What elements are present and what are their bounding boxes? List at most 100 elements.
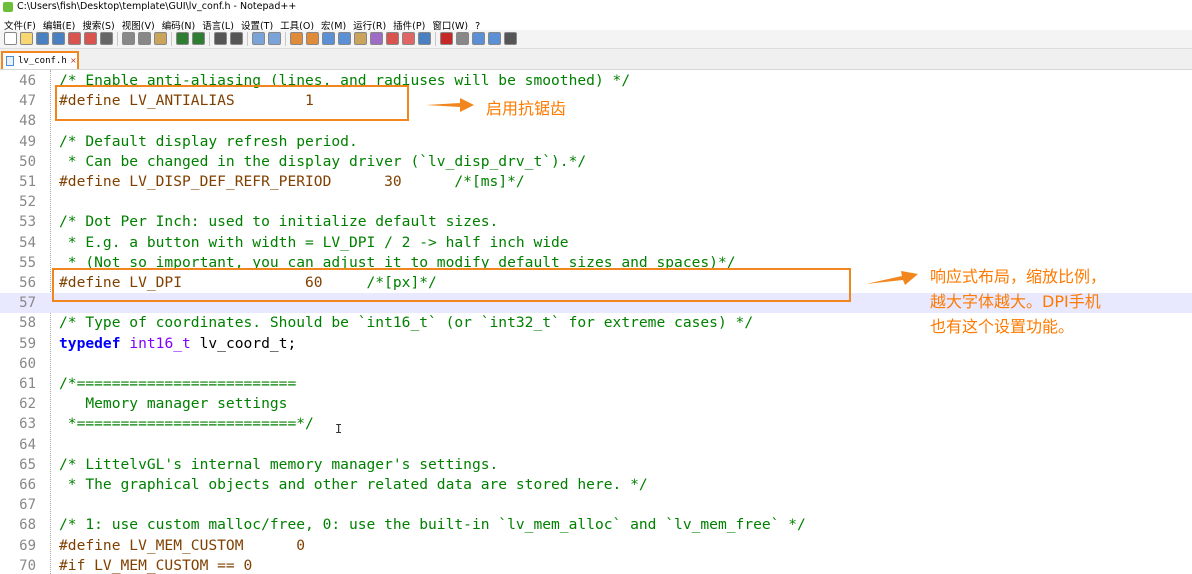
code-token-comment: *=========================*/ — [59, 415, 314, 433]
line-number: 58 — [19, 315, 36, 332]
line-number: 49 — [19, 133, 36, 150]
save-icon[interactable] — [36, 32, 49, 45]
code-line[interactable]: 69 #define LV_MEM_CUSTOM 0 — [0, 536, 1192, 556]
code-line[interactable]: 68 /* 1: use custom malloc/free, 0: use t… — [0, 515, 1192, 535]
code-line[interactable]: 63 *=========================*/ — [0, 414, 1192, 434]
antialias-annotation: 启用抗锯齿 — [486, 99, 567, 118]
paste-icon[interactable] — [154, 32, 167, 45]
code-token-comment: /*[ms]*/ — [454, 173, 525, 190]
record-macro-icon[interactable] — [440, 32, 453, 45]
line-number: 63 — [19, 416, 36, 433]
print-icon[interactable] — [100, 32, 113, 45]
line-number: 66 — [19, 477, 36, 493]
save-macro-icon[interactable] — [504, 32, 517, 45]
code-token-pre: #define LV_MEM_CUSTOM 0 — [59, 536, 306, 554]
code-line[interactable]: 65 /* LittelvGL's internal memory manager… — [0, 455, 1192, 475]
cut-icon[interactable] — [122, 32, 135, 45]
toolbar-separator — [435, 32, 436, 46]
line-number: 67 — [19, 497, 36, 514]
code-text: typedef int16_t lv_coord_t; — [59, 334, 296, 354]
open-file-icon[interactable] — [20, 32, 33, 45]
dpi-arrow-icon — [866, 271, 918, 285]
code-text: *=========================*/ — [59, 414, 314, 434]
find-icon[interactable] — [214, 32, 227, 45]
line-number: 64 — [19, 436, 36, 453]
code-token-comment: /* Default display refresh period. — [59, 132, 358, 150]
code-line[interactable]: 53 /* Dot Per Inch: used to initialize de… — [0, 212, 1192, 232]
dpi-annotation-line-1: 响应式布局，缩放比例， — [930, 267, 1107, 286]
function-list-icon[interactable] — [402, 32, 415, 45]
line-number: 53 — [19, 214, 36, 231]
line-number: 52 — [19, 194, 36, 211]
code-text: /* Type of coordinates. Should be `int16… — [59, 313, 753, 333]
line-number: 65 — [19, 456, 36, 473]
udl-icon[interactable] — [370, 32, 383, 45]
code-token-comment: /* LittelvGL's internal memory manager's… — [59, 455, 499, 473]
line-number: 60 — [19, 355, 36, 372]
new-file-icon[interactable] — [4, 32, 17, 45]
line-number: 54 — [19, 234, 36, 251]
code-token-comment: /* 1: use custom malloc/free, 0: use the… — [59, 516, 806, 534]
stop-macro-icon[interactable] — [456, 32, 469, 45]
line-number: 62 — [19, 396, 36, 413]
antialias-arrow-icon — [426, 98, 474, 112]
line-number: 48 — [19, 113, 36, 130]
copy-icon[interactable] — [138, 32, 151, 45]
code-line[interactable]: 62 Memory manager settings — [0, 394, 1192, 414]
code-line[interactable]: 60 — [0, 354, 1192, 374]
code-text: /* Dot Per Inch: used to initialize defa… — [59, 212, 498, 232]
replace-icon[interactable] — [230, 32, 243, 45]
code-line[interactable]: 67 — [0, 495, 1192, 515]
code-line[interactable]: 54 * E.g. a button with width = LV_DPI /… — [0, 233, 1192, 253]
notepad-plus-plus-icon — [3, 2, 13, 12]
play-macro-icon[interactable] — [472, 32, 485, 45]
code-text: /* LittelvGL's internal memory manager's… — [59, 455, 498, 475]
save-all-icon[interactable] — [52, 32, 65, 45]
code-line[interactable]: 49 /* Default display refresh period. — [0, 132, 1192, 152]
code-line[interactable]: 50 * Can be changed in the display drive… — [0, 152, 1192, 172]
code-text: * The graphical objects and other relate… — [59, 475, 648, 495]
tab-bar: lv_conf.h × — [0, 49, 1192, 70]
line-number: 46 — [19, 73, 36, 89]
toolbar-separator — [171, 32, 172, 46]
all-chars-icon[interactable] — [338, 32, 351, 45]
code-token-comment: /* Dot Per Inch: used to initialize defa… — [59, 213, 499, 231]
run-macro-multiple-icon[interactable] — [488, 32, 501, 45]
code-line[interactable]: 51 #define LV_DISP_DEF_REFR_PERIOD 30 /*[… — [0, 172, 1192, 192]
close-all-icon[interactable] — [84, 32, 97, 45]
zoom-out-icon[interactable] — [268, 32, 281, 45]
line-number: 51 — [19, 174, 36, 190]
sync-horizontal-icon[interactable] — [306, 32, 319, 45]
sync-vertical-icon[interactable] — [290, 32, 303, 45]
tab-lv-conf[interactable]: lv_conf.h × — [1, 51, 79, 69]
code-token-comment: /*========================= — [59, 375, 297, 392]
code-token-comment: * Can be changed in the display driver (… — [59, 152, 587, 170]
code-text: #define LV_DISP_DEF_REFR_PERIOD 30 /*[ms… — [59, 172, 525, 192]
code-line[interactable]: 66 * The graphical objects and other rel… — [0, 475, 1192, 495]
toolbar-separator — [285, 32, 286, 46]
monitor-icon[interactable] — [418, 32, 431, 45]
toolbar-separator — [247, 32, 248, 46]
doc-map-icon[interactable] — [386, 32, 399, 45]
close-icon[interactable] — [68, 32, 81, 45]
code-line[interactable]: 52 — [0, 192, 1192, 212]
code-line[interactable]: 61 /*========================= — [0, 374, 1192, 394]
line-number: 47 — [19, 93, 36, 110]
toolbar-separator — [209, 32, 210, 46]
toolbar — [0, 30, 1192, 49]
indent-guide-icon[interactable] — [354, 32, 367, 45]
code-line[interactable]: 64 — [0, 435, 1192, 455]
code-token-pre: #define LV_DISP_DEF_REFR_PERIOD 30 — [59, 173, 455, 190]
code-line[interactable]: 70 #if LV_MEM_CUSTOM == 0 — [0, 556, 1192, 574]
code-text: * Can be changed in the display driver (… — [59, 152, 586, 172]
redo-icon[interactable] — [192, 32, 205, 45]
code-text: #define LV_MEM_CUSTOM 0 — [59, 536, 305, 556]
undo-icon[interactable] — [176, 32, 189, 45]
tab-label: lv_conf.h — [18, 56, 67, 66]
tab-close-icon[interactable]: × — [70, 54, 77, 68]
word-wrap-icon[interactable] — [322, 32, 335, 45]
line-number: 59 — [19, 335, 36, 352]
zoom-in-icon[interactable] — [252, 32, 265, 45]
code-token-comment: Memory manager settings — [59, 395, 288, 413]
